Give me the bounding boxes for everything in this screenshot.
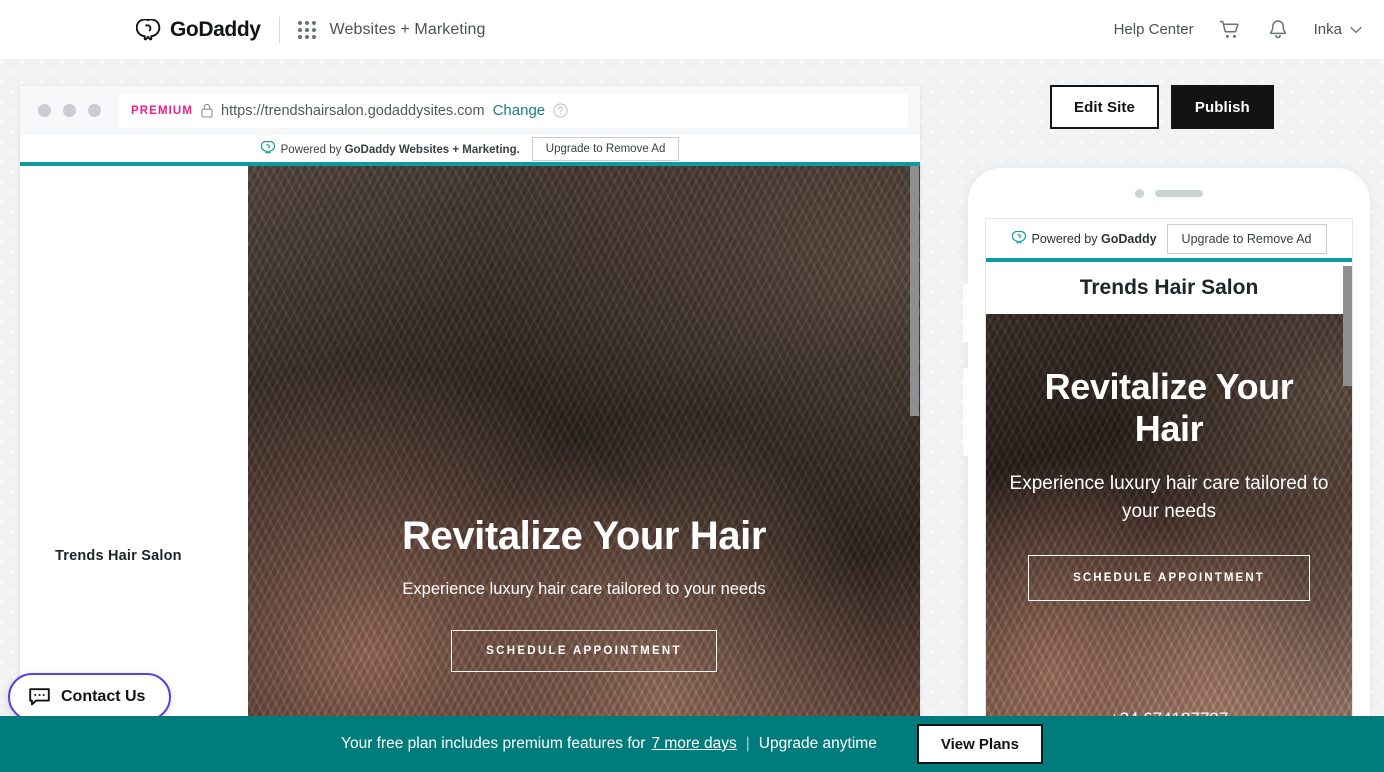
app-root: GoDaddy Websites + Marketing Help Center… <box>0 0 1384 772</box>
brand-area: GoDaddy Websites + Marketing <box>136 16 486 43</box>
cart-icon[interactable] <box>1218 18 1242 42</box>
desktop-ad-text: Powered by GoDaddy Websites + Marketing. <box>260 141 520 156</box>
phone-side-button-volume-down <box>963 368 968 456</box>
help-center-link[interactable]: Help Center <box>1114 21 1194 38</box>
change-domain-link[interactable]: Change <box>493 102 546 119</box>
godaddy-wordmark: GoDaddy <box>170 17 261 41</box>
phone-speaker-icon <box>1155 189 1203 197</box>
account-menu[interactable]: Inka <box>1314 21 1362 38</box>
preview-stage: PREMIUM https://trendshairsalon.godaddys… <box>0 60 1384 772</box>
mobile-hero-heading: Revitalize Your Hair <box>1044 366 1294 449</box>
app-grid-icon[interactable] <box>297 20 316 39</box>
godaddy-teal-icon <box>260 141 275 154</box>
godaddy-heart-icon <box>136 18 161 40</box>
window-dots <box>38 104 101 117</box>
contact-us-label: Contact Us <box>61 688 146 705</box>
desktop-upgrade-remove-ad-button[interactable]: Upgrade to Remove Ad <box>531 136 680 161</box>
site-action-buttons: Edit Site Publish <box>1050 85 1274 129</box>
desktop-ad-prefix: Powered by <box>280 144 345 156</box>
publish-button[interactable]: Publish <box>1170 85 1274 129</box>
mobile-preview-frame: Powered by GoDaddy Upgrade to Remove Ad … <box>963 168 1370 768</box>
mobile-hero-section: Revitalize Your Hair Experience luxury h… <box>986 314 1352 725</box>
desktop-site-viewport: Trends Hair Salon Revitalize Your Hair E… <box>20 166 920 722</box>
chat-bubble-icon <box>29 688 50 706</box>
hero-copy: Revitalize Your Hair Experience luxury h… <box>248 514 920 672</box>
help-question-icon[interactable] <box>553 103 568 118</box>
godaddy-teal-icon-mobile <box>1011 231 1026 244</box>
mobile-upgrade-remove-ad-button[interactable]: Upgrade to Remove Ad <box>1166 223 1327 254</box>
promo-separator: | <box>745 735 750 752</box>
mobile-preview-scrollbar[interactable] <box>1343 266 1352 386</box>
mobile-ad-strong: GoDaddy <box>1100 232 1157 246</box>
view-plans-button[interactable]: View Plans <box>916 724 1043 764</box>
promo-days-link[interactable]: 7 more days <box>651 735 736 753</box>
mobile-ad-prefix: Powered by <box>1031 232 1101 246</box>
account-name: Inka <box>1313 21 1342 38</box>
product-name[interactable]: Websites + Marketing <box>330 21 486 39</box>
global-header: GoDaddy Websites + Marketing Help Center… <box>0 0 1384 60</box>
browser-chrome: PREMIUM https://trendshairsalon.godaddys… <box>20 86 920 135</box>
mobile-hero-copy: Revitalize Your Hair Experience luxury h… <box>986 366 1352 601</box>
bell-icon[interactable] <box>1266 18 1290 42</box>
chevron-down-icon <box>1350 26 1362 33</box>
mobile-hero-cta-button[interactable]: SCHEDULE APPOINTMENT <box>1028 554 1310 601</box>
desktop-preview-card: PREMIUM https://trendshairsalon.godaddys… <box>20 86 920 726</box>
free-plan-promo-bar: Your free plan includes premium features… <box>0 716 1384 772</box>
header-divider <box>278 16 280 43</box>
hero-cta-button[interactable]: SCHEDULE APPOINTMENT <box>451 629 717 672</box>
desktop-site-brand: Trends Hair Salon <box>55 548 182 564</box>
contact-us-widget[interactable]: Contact Us <box>8 673 172 721</box>
lock-icon <box>201 103 213 118</box>
desktop-preview-scrollbar[interactable] <box>909 166 920 722</box>
mobile-site-title: Trends Hair Salon <box>986 262 1352 314</box>
godaddy-logo[interactable]: GoDaddy <box>136 18 261 42</box>
promo-text-before: Your free plan includes premium features… <box>341 735 646 752</box>
phone-side-button-volume-up <box>963 284 968 342</box>
hero-heading: Revitalize Your Hair <box>402 514 766 558</box>
mobile-ad-banner: Powered by GoDaddy Upgrade to Remove Ad <box>986 219 1352 262</box>
hero-subheading: Experience luxury hair care tailored to … <box>402 579 766 598</box>
phone-camera-icon <box>1135 188 1144 198</box>
address-bar[interactable]: PREMIUM https://trendshairsalon.godaddys… <box>119 93 908 128</box>
desktop-hero-section: Revitalize Your Hair Experience luxury h… <box>248 166 920 722</box>
header-actions: Help Center Inka <box>1114 18 1362 42</box>
mobile-hero-subheading: Experience luxury hair care tailored to … <box>1009 472 1329 523</box>
premium-badge: PREMIUM <box>131 104 194 117</box>
phone-speaker-area <box>968 168 1370 218</box>
desktop-ad-banner: Powered by GoDaddy Websites + Marketing.… <box>20 135 920 166</box>
mobile-site-viewport: Powered by GoDaddy Upgrade to Remove Ad … <box>985 218 1353 768</box>
edit-site-button[interactable]: Edit Site <box>1050 85 1159 129</box>
mobile-ad-text: Powered by GoDaddy <box>1011 231 1157 246</box>
promo-text-after: Upgrade anytime <box>758 735 877 752</box>
desktop-ad-strong: GoDaddy Websites + Marketing. <box>344 144 520 156</box>
site-url: https://trendshairsalon.godaddysites.com <box>221 102 485 119</box>
desktop-site-sidebar: Trends Hair Salon <box>20 166 248 722</box>
